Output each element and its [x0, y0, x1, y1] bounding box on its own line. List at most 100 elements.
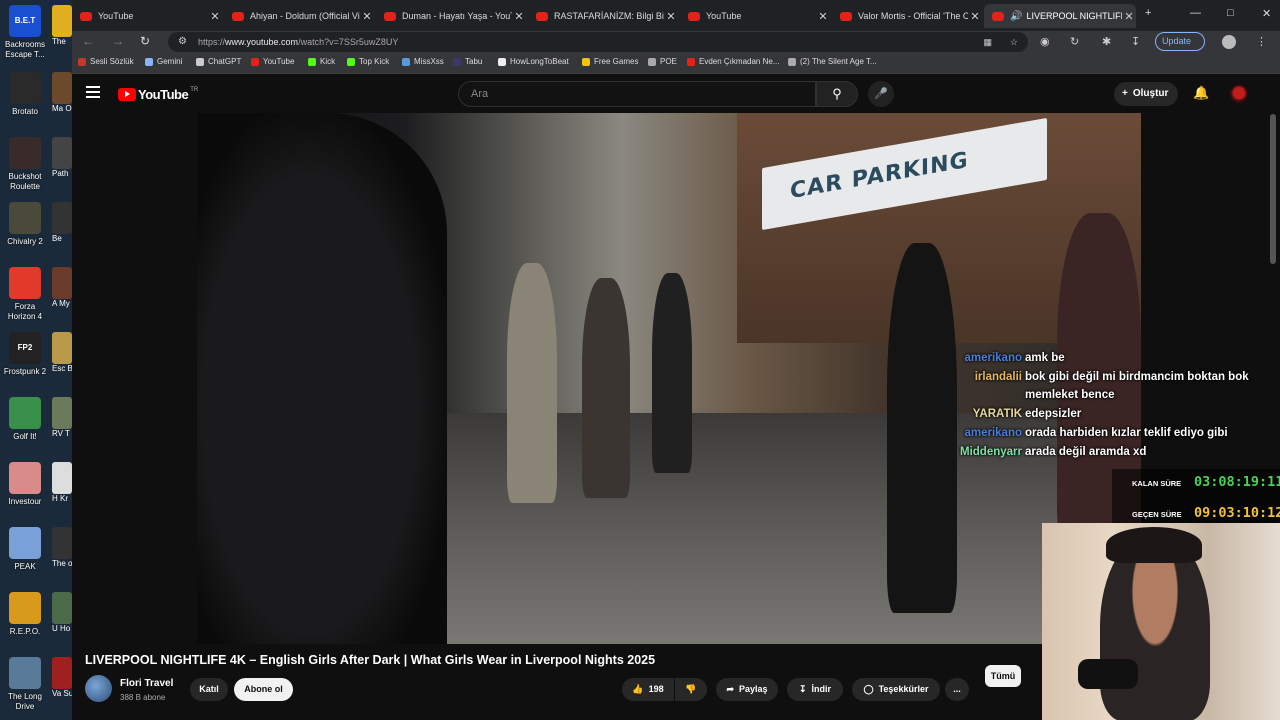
- bookmark-item[interactable]: Kick: [308, 57, 335, 66]
- reload-icon[interactable]: ↻: [140, 34, 150, 48]
- desktop-icon[interactable]: H Kr: [52, 462, 72, 504]
- desktop-icon[interactable]: The Long Drive: [0, 657, 50, 712]
- install-app-icon[interactable]: ▦: [983, 32, 992, 52]
- desktop-app-icon: [9, 397, 41, 429]
- bookmark-item[interactable]: MissXss: [402, 57, 444, 66]
- sync-icon[interactable]: ↻: [1070, 35, 1079, 48]
- profile-avatar[interactable]: [1222, 35, 1236, 49]
- desktop-icon[interactable]: Path: [52, 137, 72, 179]
- desktop-app-icon: [52, 202, 72, 234]
- subscribe-button[interactable]: Abone ol: [234, 678, 293, 701]
- desktop-app-icon: [9, 462, 41, 494]
- browser-tab[interactable]: Duman - Hayatı Yaşa - YouTube✕: [376, 4, 526, 28]
- tab-close-icon[interactable]: ✕: [816, 10, 830, 23]
- back-arrow-icon[interactable]: ←: [82, 34, 94, 48]
- desktop-app-icon: [9, 657, 41, 689]
- update-button[interactable]: Update: [1155, 32, 1205, 51]
- bookmark-label: MissXss: [414, 57, 444, 66]
- desktop-icon[interactable]: RV T: [52, 397, 72, 439]
- browser-tab[interactable]: 🔊 LIVERPOOL NIGHTLIFE 4K✕: [984, 4, 1136, 28]
- desktop-icon[interactable]: Brotato: [0, 72, 50, 117]
- forward-arrow-icon[interactable]: →: [112, 34, 124, 48]
- desktop-icon[interactable]: B.E.T Backrooms Escape T...: [0, 5, 50, 60]
- tab-close-icon[interactable]: ✕: [664, 10, 678, 23]
- desktop-icon[interactable]: Be: [52, 202, 72, 244]
- dislike-button[interactable]: 👎: [675, 678, 707, 701]
- search-input[interactable]: Ara: [458, 81, 816, 107]
- bookmark-item[interactable]: POE: [648, 57, 677, 66]
- browser-tab[interactable]: YouTube ✕: [72, 4, 222, 28]
- tab-new-button[interactable]: +: [1145, 7, 1151, 19]
- bookmark-item[interactable]: ChatGPT: [196, 57, 241, 66]
- join-button[interactable]: Katıl: [190, 678, 228, 701]
- site-info-icon[interactable]: ⚙: [178, 32, 187, 52]
- bookmark-item[interactable]: Sesli Sözlük: [78, 57, 134, 66]
- bookmark-item[interactable]: Tabu: [453, 57, 482, 66]
- tab-close-icon[interactable]: ✕: [512, 10, 526, 23]
- desktop-icon[interactable]: U Ho: [52, 592, 72, 634]
- channel-avatar[interactable]: [85, 675, 112, 702]
- bookmark-item[interactable]: Top Kick: [347, 57, 389, 66]
- tab-audio-icon[interactable]: 🔊: [1010, 11, 1022, 22]
- browser-tab[interactable]: YouTube ✕: [680, 4, 830, 28]
- desktop-icon[interactable]: R.E.P.O.: [0, 592, 50, 637]
- download-icon[interactable]: ↧: [1131, 35, 1140, 48]
- extension-icon[interactable]: ◉: [1040, 35, 1050, 48]
- more-actions-button[interactable]: ...: [945, 678, 969, 701]
- tab-close-icon[interactable]: ✕: [208, 10, 222, 23]
- browser-tab[interactable]: RASTAFARİANİZM: Bilgi Bitkisin✕: [528, 4, 678, 28]
- bookmark-label: Kick: [320, 57, 336, 66]
- bookmark-star-icon[interactable]: ☆: [1010, 32, 1018, 52]
- desktop-icon[interactable]: Chivalry 2: [0, 202, 50, 247]
- account-avatar[interactable]: [1230, 85, 1248, 103]
- close-icon[interactable]: ✕: [1262, 7, 1271, 20]
- share-button[interactable]: ➦ Paylaş: [716, 678, 778, 701]
- desktop-icon[interactable]: Esc Bac: [52, 332, 72, 374]
- desktop-icon-label: Backrooms Escape T...: [4, 40, 45, 59]
- notifications-bell-icon[interactable]: 🔔: [1193, 85, 1209, 101]
- search-button[interactable]: ⚲: [816, 81, 858, 107]
- minimize-icon[interactable]: —: [1190, 7, 1201, 19]
- bookmark-item[interactable]: HowLongToBeat: [498, 57, 569, 66]
- browser-tab[interactable]: Valor Mortis - Official 'The Crim✕: [832, 4, 982, 28]
- url-field[interactable]: ⚙ https://www.youtube.com/watch?v=7SSr5u…: [168, 32, 1028, 52]
- bookmark-favicon-icon: [402, 57, 410, 66]
- desktop-icon[interactable]: Golf It!: [0, 397, 50, 442]
- like-button[interactable]: 👍 198: [622, 678, 674, 701]
- desktop-icon[interactable]: PEAK: [0, 527, 50, 572]
- download-button[interactable]: ↧ İndir: [787, 678, 843, 701]
- desktop-icon[interactable]: The of Is: [52, 527, 72, 569]
- desktop-icon-label: Investour: [8, 497, 42, 506]
- desktop-icon[interactable]: A My: [52, 267, 72, 309]
- thanks-button[interactable]: ◯ Teşekkürler: [852, 678, 940, 701]
- desktop-icon[interactable]: FP2 Frostpunk 2: [0, 332, 50, 377]
- extensions-puzzle-icon[interactable]: ✱: [1102, 35, 1111, 48]
- filter-chip-all[interactable]: Tümü: [985, 665, 1021, 687]
- desktop-icon[interactable]: Forza Horizon 4: [0, 267, 50, 322]
- desktop-icon[interactable]: Investour: [0, 462, 50, 507]
- hamburger-menu-icon[interactable]: [86, 86, 100, 98]
- bookmark-item[interactable]: YouTube: [251, 57, 294, 66]
- browser-tab[interactable]: Ahiyan - Doldum (Official Video✕: [224, 4, 374, 28]
- tab-close-icon[interactable]: ✕: [1122, 10, 1136, 23]
- desktop-icon[interactable]: Ma Old: [52, 72, 72, 114]
- channel-name[interactable]: Flori Travel: [120, 678, 173, 689]
- bookmark-item[interactable]: Evden Çıkmadan Ne...: [687, 57, 779, 66]
- voice-search-button[interactable]: 🎤: [868, 81, 894, 107]
- tab-close-icon[interactable]: ✕: [968, 10, 982, 23]
- desktop-icon[interactable]: Va Su: [52, 657, 72, 699]
- bookmark-item[interactable]: Gemini: [145, 57, 182, 66]
- tab-close-icon[interactable]: ✕: [360, 10, 374, 23]
- youtube-logo[interactable]: YouTube TR: [118, 87, 198, 102]
- maximize-icon[interactable]: □: [1227, 7, 1234, 19]
- bookmark-item[interactable]: (2) The Silent Age T...: [788, 57, 877, 66]
- page-scrollbar[interactable]: [1270, 114, 1276, 264]
- bookmark-item[interactable]: Free Games: [582, 57, 638, 66]
- create-button[interactable]: + Oluştur: [1114, 82, 1178, 106]
- menu-kebab-icon[interactable]: ⋮: [1256, 35, 1267, 48]
- desktop-icon[interactable]: The: [52, 5, 72, 47]
- desktop-icon-label: The: [52, 37, 66, 46]
- video-foreground-jacket: [197, 113, 447, 644]
- desktop-icon[interactable]: Buckshot Roulette: [0, 137, 50, 192]
- desktop-app-icon: [52, 592, 72, 624]
